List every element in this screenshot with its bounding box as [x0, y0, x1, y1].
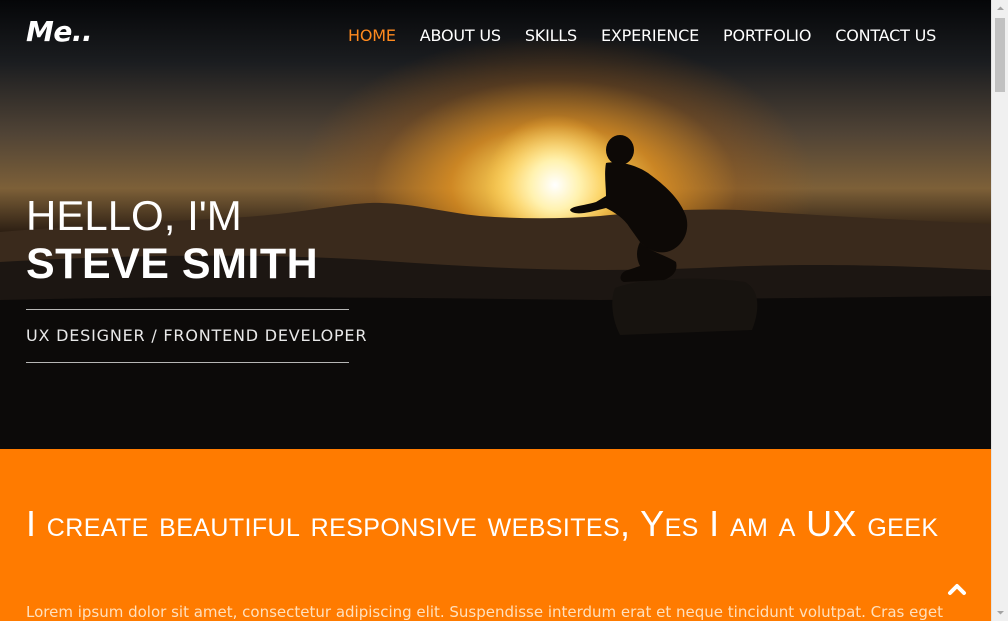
back-to-top-button[interactable]: [944, 576, 970, 602]
nav-experience[interactable]: EXPERIENCE: [601, 26, 699, 45]
nav-about-us[interactable]: ABOUT US: [420, 26, 501, 45]
hero-name: STEVE SMITH: [26, 240, 319, 288]
chevron-up-icon: [948, 584, 966, 595]
about-headline: I create beautiful responsive websites, …: [26, 503, 939, 544]
page: Me.. HOME ABOUT US SKILLS EXPERIENCE POR…: [0, 0, 991, 621]
nav-skills[interactable]: SKILLS: [525, 26, 577, 45]
hero-section: Me.. HOME ABOUT US SKILLS EXPERIENCE POR…: [0, 0, 991, 449]
scroll-down-arrow[interactable]: [992, 604, 1008, 621]
scrollbar-thumb[interactable]: [995, 18, 1005, 92]
vertical-scrollbar[interactable]: [991, 0, 1008, 621]
hero-divider-bottom: [26, 362, 349, 363]
site-logo[interactable]: Me..: [26, 15, 93, 48]
hero-role: UX DESIGNER / FRONTEND DEVELOPER: [26, 326, 368, 345]
hero-divider-top: [26, 309, 349, 310]
nav-portfolio[interactable]: PORTFOLIO: [723, 26, 811, 45]
main-nav: HOME ABOUT US SKILLS EXPERIENCE PORTFOLI…: [348, 26, 960, 45]
about-section: I create beautiful responsive websites, …: [0, 449, 991, 621]
about-body-text: Lorem ipsum dolor sit amet, consectetur …: [26, 603, 943, 621]
scroll-up-arrow[interactable]: [992, 0, 1008, 17]
nav-home[interactable]: HOME: [348, 26, 396, 45]
hero-greeting: HELLO, I'M: [26, 192, 242, 239]
nav-contact-us[interactable]: CONTACT US: [835, 26, 936, 45]
